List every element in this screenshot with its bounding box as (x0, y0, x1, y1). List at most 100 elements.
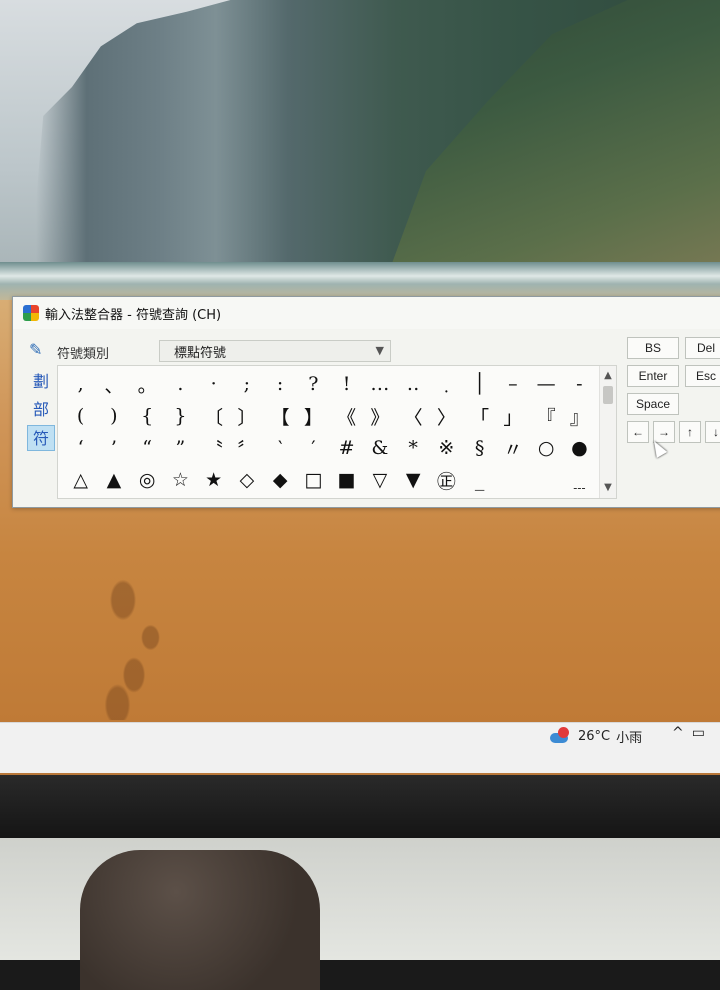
symbol-cell[interactable]: │ (463, 368, 496, 400)
symbol-cell[interactable]: 》 (363, 400, 396, 432)
symbol-cell[interactable]: ■ (330, 464, 363, 496)
symbol-cell[interactable]: & (363, 432, 396, 464)
side-tab-stroke[interactable]: 劃 (27, 369, 55, 395)
space-key[interactable]: Space (627, 393, 679, 415)
symbol-cell[interactable]: 。 (131, 368, 164, 400)
system-tray[interactable]: ^ ▭ (672, 725, 705, 741)
symbol-cell[interactable]: ) (97, 400, 130, 432)
symbol-cell[interactable]: 〝 (197, 432, 230, 464)
symbol-cell[interactable]: 〈 (397, 400, 430, 432)
weather-widget[interactable]: 26°C 小雨 (548, 723, 642, 749)
symbol-cell[interactable]: 《 (330, 400, 363, 432)
symbol-cell[interactable]: ‘ (64, 432, 97, 464)
symbol-cell[interactable]: 」 (496, 400, 529, 432)
category-label: 符號類別 (57, 347, 110, 362)
symbol-cell[interactable]: _ (463, 464, 496, 496)
tray-window-icon[interactable]: ▭ (692, 725, 705, 741)
symbol-cell[interactable]: 〃 (496, 432, 529, 464)
symbol-cell[interactable]: ‥ (397, 368, 430, 400)
symbol-grid: ,、。. ·;:?!… ‥ ﹒ │ – — - (){} 〔〕【】《》〈〉「」『』 ‘’ “” 〝〞 ‵ ′… (64, 368, 596, 496)
scroll-thumb[interactable] (603, 386, 613, 404)
symbol-cell[interactable]: . (164, 368, 197, 400)
chevron-down-icon: ▼ (375, 344, 384, 357)
ime-app-icon (23, 305, 39, 321)
enter-key[interactable]: Enter (627, 365, 679, 387)
symbol-cell[interactable]: * (397, 432, 430, 464)
ime-symbol-window[interactable]: 輸入法整合器 - 符號查詢 (CH) ✎ 符號類別 標點符號 ▼ 劃 部 符 ,… (12, 296, 720, 508)
window-title: 輸入法整合器 - 符號查詢 (CH) (45, 307, 222, 323)
symbol-cell[interactable]: 〕 (230, 400, 263, 432)
symbol-cell[interactable]: 〔 (197, 400, 230, 432)
side-tab-symbol[interactable]: 符 (27, 425, 55, 451)
wallpaper-footprints (90, 570, 200, 720)
symbol-cell[interactable]: ◆ (264, 464, 297, 496)
cloud-rain-icon (548, 727, 572, 745)
symbol-cell[interactable]: ( (64, 400, 97, 432)
chair (80, 850, 320, 990)
symbol-cell[interactable]: ▽ (363, 464, 396, 496)
scroll-up-icon[interactable]: ▲ (600, 368, 616, 384)
symbol-cell[interactable]: ㊣ (430, 464, 463, 496)
symbol-cell[interactable]: { (131, 400, 164, 432)
category-select[interactable]: 標點符號 ▼ (159, 340, 391, 362)
tray-chevron-up-icon[interactable]: ^ (672, 725, 684, 741)
delete-key[interactable]: Del (685, 337, 720, 359)
symbol-cell[interactable]: “ (131, 432, 164, 464)
symbol-cell[interactable]: , (64, 368, 97, 400)
symbol-grid-panel: ,、。. ·;:?!… ‥ ﹒ │ – — - (){} 〔〕【】《》〈〉「」『』 ‘’ “” 〝〞 ‵ ′… (57, 365, 617, 499)
taskbar: 26°C 小雨 ^ ▭ (0, 722, 720, 773)
symbol-cell[interactable]: ; (230, 368, 263, 400)
symbol-cell[interactable]: □ (297, 464, 330, 496)
symbol-cell[interactable]: ﹒ (430, 368, 463, 400)
symbol-cell[interactable]: ◇ (230, 464, 263, 496)
symbol-cell[interactable]: 、 (97, 368, 130, 400)
symbol-cell[interactable]: ★ (197, 464, 230, 496)
symbol-cell[interactable]: 『 (530, 400, 563, 432)
symbol-cell[interactable]: 【 (264, 400, 297, 432)
symbol-scrollbar[interactable]: ▲ ▼ (599, 366, 616, 498)
symbol-cell[interactable]: 「 (463, 400, 496, 432)
symbol-cell[interactable] (496, 464, 529, 496)
symbol-cell[interactable]: ’ (97, 432, 130, 464)
symbol-cell[interactable]: - (563, 368, 596, 400)
symbol-cell[interactable]: ○ (530, 432, 563, 464)
symbol-cell[interactable]: ” (164, 432, 197, 464)
arrow-up-key[interactable]: ↑ (679, 421, 701, 443)
symbol-cell[interactable]: ▲ (97, 464, 130, 496)
symbol-cell[interactable]: ☆ (164, 464, 197, 496)
pen-icon[interactable]: ✎ (29, 341, 47, 359)
symbol-cell[interactable] (530, 464, 563, 496)
symbol-cell[interactable]: – (496, 368, 529, 400)
symbol-cell[interactable]: ‵ (264, 432, 297, 464)
symbol-cell[interactable]: § (463, 432, 496, 464)
escape-key[interactable]: Esc (685, 365, 720, 387)
symbol-cell[interactable]: ※ (430, 432, 463, 464)
backspace-key[interactable]: BS (627, 337, 679, 359)
symbol-cell[interactable]: 〉 (430, 400, 463, 432)
symbol-cell[interactable]: … (363, 368, 396, 400)
symbol-cell[interactable]: ▼ (397, 464, 430, 496)
symbol-cell[interactable]: · (197, 368, 230, 400)
desktop-screen: 輸入法整合器 - 符號查詢 (CH) ✎ 符號類別 標點符號 ▼ 劃 部 符 ,… (0, 0, 720, 775)
symbol-cell[interactable]: ? (297, 368, 330, 400)
scroll-down-icon[interactable]: ▼ (600, 480, 616, 496)
symbol-cell[interactable]: 】 (297, 400, 330, 432)
symbol-cell[interactable]: 』 (563, 400, 596, 432)
weather-temperature: 26°C (578, 728, 611, 744)
side-tab-radical[interactable]: 部 (27, 397, 55, 423)
symbol-cell[interactable]: ! (330, 368, 363, 400)
symbol-cell[interactable]: — (530, 368, 563, 400)
symbol-cell[interactable]: ﹍ (563, 464, 596, 496)
symbol-cell[interactable]: # (330, 432, 363, 464)
arrow-left-key[interactable]: ← (627, 421, 649, 443)
window-title-bar[interactable]: 輸入法整合器 - 符號查詢 (CH) (13, 297, 720, 329)
symbol-cell[interactable]: ′ (297, 432, 330, 464)
symbol-cell[interactable]: } (164, 400, 197, 432)
symbol-cell[interactable]: : (264, 368, 297, 400)
symbol-cell[interactable]: ◎ (131, 464, 164, 496)
arrow-down-key[interactable]: ↓ (705, 421, 720, 443)
side-tab-list: 劃 部 符 (27, 369, 57, 453)
symbol-cell[interactable]: ● (563, 432, 596, 464)
symbol-cell[interactable]: 〞 (230, 432, 263, 464)
symbol-cell[interactable]: △ (64, 464, 97, 496)
